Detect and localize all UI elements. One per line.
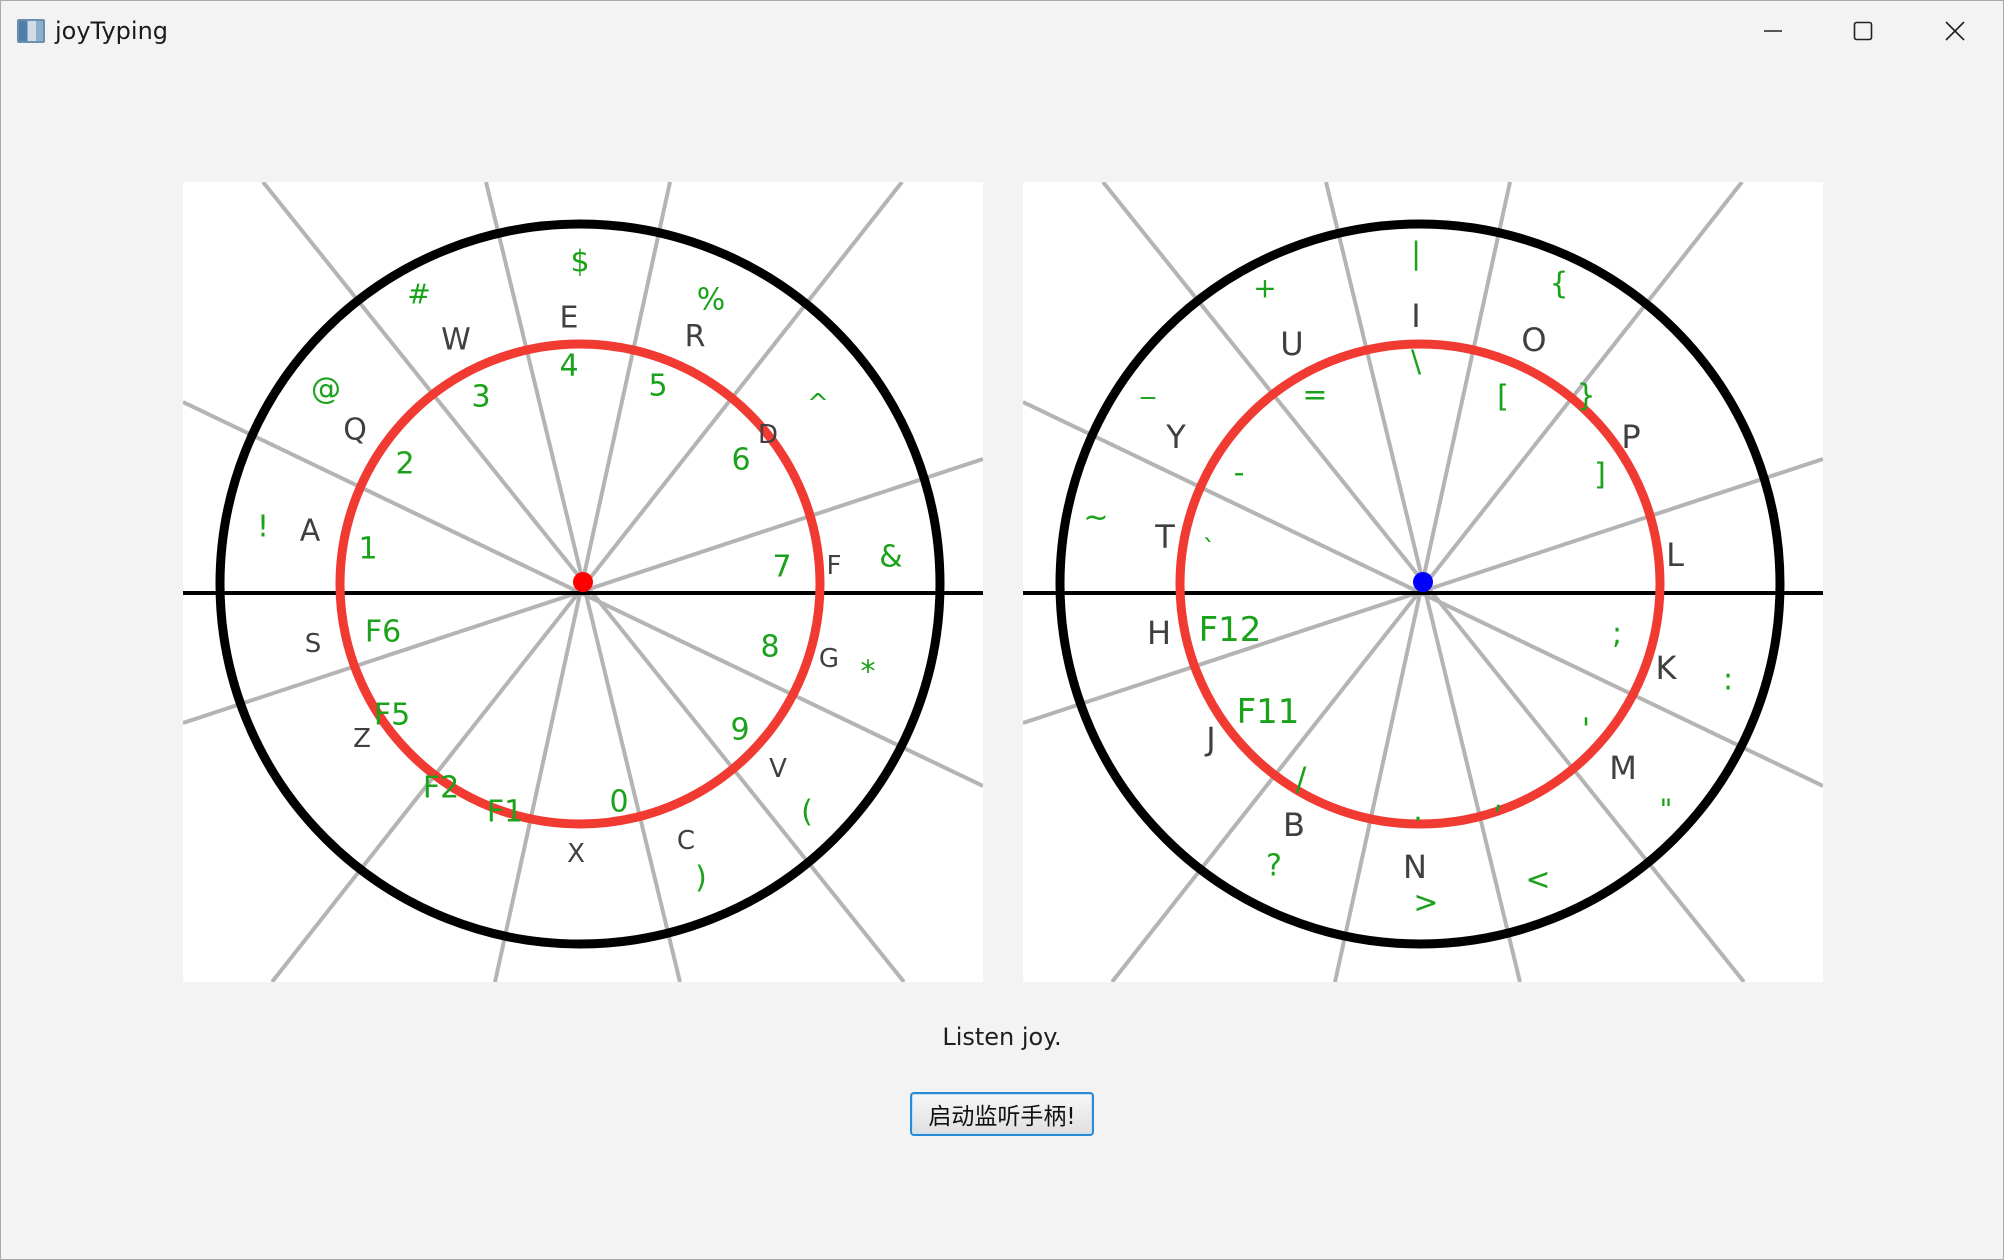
start-listening-button[interactable]: 启动监听手柄! <box>910 1092 1094 1136</box>
key-symbol-label: \ <box>1411 345 1422 380</box>
key-letter-label: N <box>1403 848 1427 886</box>
status-text: Listen joy. <box>942 1023 1062 1051</box>
app-window: joyTyping $ #% E W R 4 3 5 @ Q 2 D ^ 6! A 1 7 F & S <box>0 0 2004 1260</box>
key-symbol-label: ' <box>1582 713 1590 748</box>
key-symbol-label: 0 <box>609 785 628 820</box>
key-symbol-label: _ <box>1140 367 1156 400</box>
key-symbol-label: + <box>1253 272 1276 305</box>
key-symbol-label: > <box>1413 886 1438 921</box>
title-bar[interactable]: joyTyping <box>1 1 2003 61</box>
joytyping-app-icon <box>17 19 45 43</box>
key-letter-label: V <box>769 754 787 784</box>
key-symbol-label: $ <box>570 245 589 280</box>
key-symbol-label: ] <box>1594 458 1606 493</box>
key-symbol-label: ( <box>801 795 813 830</box>
window-title: joyTyping <box>55 17 169 45</box>
key-symbol-label: [ <box>1497 380 1509 415</box>
key-symbol-label: F12 <box>1199 610 1262 650</box>
key-letter-label: Y <box>1165 418 1186 456</box>
key-letter-label: U <box>1280 325 1303 363</box>
minimize-button[interactable] <box>1727 1 1819 61</box>
right-joystick-panel: | + { I U O \ _ = [} Y P -] ~ T ` L H F12; K: F11 J ' M / ",. B N? <… <box>1022 180 1824 984</box>
key-symbol-label: { <box>1549 267 1568 302</box>
close-button[interactable] <box>1909 1 2001 61</box>
key-symbol-label: 8 <box>760 630 779 665</box>
key-symbol-label: ? <box>1266 849 1282 884</box>
key-symbol-label: ! <box>257 510 269 545</box>
key-letter-label: L <box>1666 536 1684 574</box>
key-symbol-label: " <box>1660 793 1673 826</box>
key-letter-label: K <box>1656 649 1678 687</box>
close-icon <box>1945 21 1965 41</box>
key-symbol-label: 2 <box>395 447 414 482</box>
key-symbol-label: 6 <box>731 443 750 478</box>
key-symbol-label: / <box>1296 760 1307 798</box>
key-symbol-label: 5 <box>648 369 667 404</box>
key-symbol-label: 3 <box>471 380 490 415</box>
key-symbol-label: F5 <box>374 698 410 733</box>
maximize-icon <box>1853 21 1873 41</box>
key-letter-label: B <box>1283 806 1305 844</box>
minimize-icon <box>1764 30 1782 32</box>
key-letter-label: P <box>1621 418 1640 456</box>
key-symbol-label: F1 <box>487 795 523 830</box>
key-symbol-label: < <box>1525 863 1550 898</box>
key-letter-label: I <box>1411 297 1420 335</box>
key-symbol-label: } <box>1576 379 1595 414</box>
key-symbol-label: ^ <box>807 389 829 419</box>
key-letter-label: X <box>567 839 585 869</box>
key-symbol-label: @ <box>311 372 341 407</box>
right-joystick-wheel: | + { I U O \ _ = [} Y P -] ~ T ` L H F12 ; K: F11 J ' M / ",. B N? <… <box>1022 180 1824 984</box>
key-symbol-label: : <box>1723 663 1733 698</box>
key-symbol-label: = <box>1302 378 1327 413</box>
key-symbol-label: & <box>879 540 902 575</box>
center-dot <box>1413 572 1433 592</box>
left-joystick-wheel: $ # % E W R 4 3 5 @Q2 D ^ 6! A 1 7 F & S F6 8 G * F5Z 9V F2 F1 0 ( C X… <box>182 180 984 984</box>
key-symbol-label: 7 <box>772 550 791 585</box>
key-letter-label: M <box>1609 749 1637 787</box>
key-symbol-label: . <box>1413 794 1423 829</box>
key-letter-label: Z <box>353 724 371 754</box>
key-symbol-label: F2 <box>423 771 459 806</box>
key-letter-label: O <box>1521 321 1546 359</box>
key-symbol-label: 9 <box>730 713 749 748</box>
maximize-button[interactable] <box>1817 1 1909 61</box>
key-symbol-label: 1 <box>358 532 377 567</box>
key-letter-label: F <box>827 551 842 581</box>
key-symbol-label: | <box>1411 237 1421 272</box>
key-symbol-label: , <box>1493 782 1503 817</box>
key-symbol-label: * <box>861 655 876 690</box>
key-symbol-label: % <box>697 283 726 318</box>
key-letter-label: G <box>819 644 839 674</box>
key-letter-label: S <box>305 629 322 659</box>
center-dot <box>573 572 593 592</box>
key-letter-label: W <box>441 323 471 358</box>
key-letter-label: Q <box>343 413 367 448</box>
key-symbol-label: ~ <box>1083 501 1108 536</box>
key-letter-label: E <box>560 301 579 336</box>
key-letter-label: D <box>758 420 778 450</box>
key-symbol-label: # <box>407 278 430 311</box>
key-symbol-label: F11 <box>1237 692 1300 732</box>
key-symbol-label: F6 <box>365 615 401 650</box>
key-letter-label: T <box>1154 518 1175 556</box>
key-letter-label: H <box>1147 614 1171 652</box>
key-symbol-label: 4 <box>559 349 578 384</box>
key-symbol-label: ` <box>1203 535 1216 565</box>
key-letter-label: J <box>1204 720 1215 758</box>
left-joystick-panel: $ #% E W R 4 3 5 @ Q 2 D ^ 6! A 1 7 F & S F6 8 G * F5 Z 9 V F2 F1 0 ( C X… <box>182 180 984 984</box>
key-letter-label: C <box>677 826 695 856</box>
key-symbol-label: ; <box>1612 617 1622 652</box>
key-letter-label: A <box>300 514 321 549</box>
key-symbol-label: ) <box>695 861 707 896</box>
key-symbol-label: - <box>1234 456 1245 491</box>
key-letter-label: R <box>685 320 706 355</box>
